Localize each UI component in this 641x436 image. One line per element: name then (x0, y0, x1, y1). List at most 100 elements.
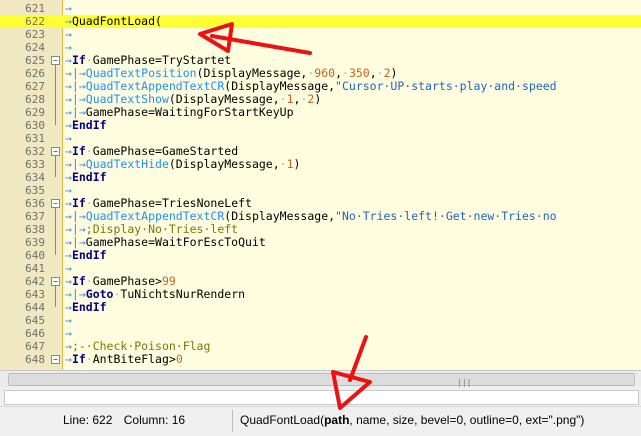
code-token: 1 (286, 157, 294, 171)
code-token: GamePhase=GameStarted (92, 144, 239, 158)
line-number: 648 (25, 353, 45, 366)
code-token: If (71, 196, 86, 210)
code-token: →|→ (65, 157, 86, 171)
code-line[interactable]: 640 →EndIf (0, 248, 641, 263)
code-token: QuadTextShow (85, 92, 169, 106)
code-token: → (65, 40, 72, 54)
hint-function-name: QuadFontLoad( (240, 413, 325, 427)
line-number: 629 (25, 106, 45, 119)
line-number: 637 (25, 210, 45, 223)
code-editor[interactable]: 621 → 622 →QuadFontLoad(623 → 624 → 625− →If·Gam… (0, 0, 641, 370)
code-token: → (65, 261, 72, 275)
code-token: (DisplayMessage, (168, 157, 280, 171)
output-pane[interactable] (4, 390, 639, 405)
code-token: QuadTextPosition (85, 66, 197, 80)
code-line[interactable]: 623 → (0, 28, 641, 42)
code-token: · (279, 92, 287, 106)
line-number: 647 (25, 340, 45, 353)
code-token: → (65, 170, 72, 184)
code-token: · (342, 66, 349, 80)
code-token: 1 (286, 92, 294, 106)
code-token: → (65, 196, 72, 210)
code-token: If (71, 274, 86, 288)
line-number: 645 (25, 314, 45, 327)
line-number: 621 (25, 2, 45, 15)
code-line[interactable]: 630 →EndIf (0, 118, 641, 133)
line-number: 644 (25, 301, 45, 314)
code-token: ) (314, 92, 322, 106)
code-token: → (65, 183, 72, 197)
code-token: , (335, 66, 342, 80)
code-token: If (71, 352, 86, 366)
code-token: EndIf (71, 300, 107, 314)
cursor-position: Line: 622 Column: 16 (63, 413, 193, 427)
line-number: 625 (25, 54, 45, 67)
code-token: → (65, 53, 72, 67)
status-line: Line: 622 (63, 413, 113, 427)
line-number: 634 (25, 171, 45, 184)
fold-toggle-icon[interactable]: − (51, 56, 60, 65)
line-number: 622 (25, 15, 45, 28)
code-token: GamePhase=TryStartet (92, 53, 232, 67)
line-number: 640 (25, 249, 45, 262)
code-token: →|→ (65, 105, 86, 119)
code-token: (DisplayMessage, (168, 92, 280, 106)
fold-toggle-icon[interactable]: − (51, 277, 60, 286)
code-token: 0 (175, 352, 183, 366)
hint-remaining-parameters: , name, size, bevel=0, outline=0, ext=".… (349, 413, 585, 427)
code-token: 350 (348, 66, 370, 80)
code-token: · (85, 352, 93, 366)
code-text: →If·AntBiteFlag>0 (65, 353, 183, 366)
code-token: →|→ (65, 66, 86, 80)
code-token: Goto (85, 287, 114, 301)
code-token: ;-·Check·Poison·Flag (71, 339, 211, 353)
scrollbar-grip-icon: ||| (457, 378, 472, 387)
code-token: → (65, 118, 72, 132)
code-token: TuNichtsNurRendern (120, 287, 246, 301)
code-token: → (65, 14, 72, 28)
current-code-line[interactable]: 622 →QuadFontLoad( (0, 15, 641, 28)
fold-toggle-icon[interactable]: − (51, 199, 60, 208)
code-token: → (65, 339, 72, 353)
code-token: EndIf (71, 118, 107, 132)
code-token: → (65, 1, 72, 15)
code-token: → (65, 274, 72, 288)
code-token: · (376, 66, 384, 80)
code-token: →|→ (65, 92, 86, 106)
code-token: (DisplayMessage, (224, 79, 336, 93)
code-token: →|→ (65, 287, 86, 301)
code-token: →|→ (65, 235, 86, 249)
code-token: → (65, 300, 72, 314)
fold-toggle-icon[interactable]: − (51, 355, 60, 364)
code-line[interactable]: 634 →EndIf (0, 170, 641, 185)
code-token: →|→ (65, 209, 86, 223)
code-token: ) (390, 66, 398, 80)
line-number: 638 (25, 223, 45, 236)
fold-guide (55, 156, 56, 177)
line-number: 636 (25, 197, 45, 210)
code-token: → (65, 352, 72, 366)
code-line[interactable]: 648− →If·AntBiteFlag>0 (0, 353, 641, 367)
status-separator (232, 410, 233, 432)
fold-toggle-icon[interactable]: − (51, 147, 60, 156)
code-token: EndIf (71, 248, 107, 262)
code-token: QuadTextAppendTextCR (85, 79, 225, 93)
code-token: AntBiteFlag> (92, 352, 176, 366)
code-token: 960 (314, 66, 336, 80)
code-token: · (85, 274, 93, 288)
code-token: → (65, 313, 72, 327)
line-number: 627 (25, 80, 45, 93)
code-token: · (85, 196, 93, 210)
code-token: · (85, 144, 93, 158)
code-token: EndIf (71, 170, 107, 184)
horizontal-scrollbar[interactable]: ||| (0, 370, 641, 387)
scrollbar-thumb[interactable]: ||| (8, 373, 635, 387)
code-line[interactable]: 644 →EndIf (0, 300, 641, 315)
code-token: ) (293, 157, 301, 171)
code-token: QuadFontLoad( (71, 14, 162, 28)
code-line[interactable]: 645 → (0, 313, 641, 328)
line-number: 639 (25, 236, 45, 249)
line-number: 635 (25, 184, 45, 197)
status-bar: Line: 622 Column: 16 QuadFontLoad(path, … (0, 406, 641, 436)
fold-guide (55, 65, 56, 125)
